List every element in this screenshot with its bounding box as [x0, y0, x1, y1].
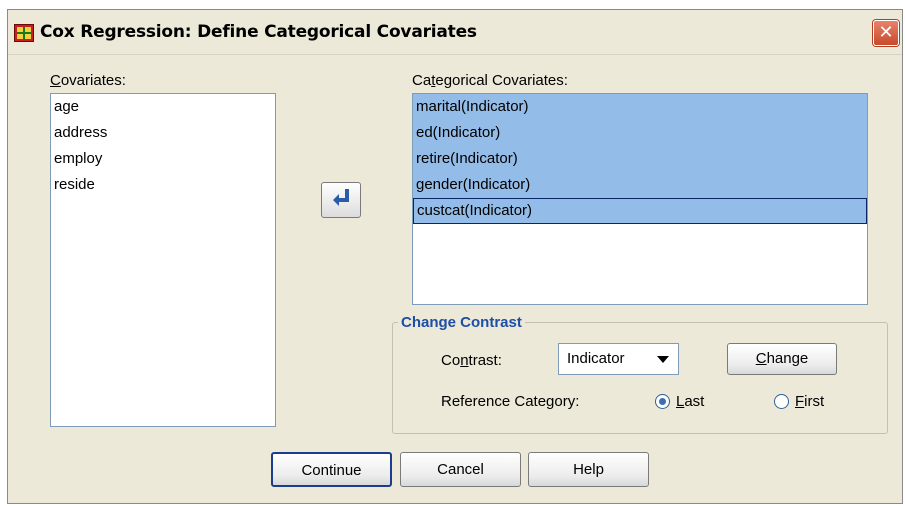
categorical-covariate-item[interactable]: ed(Indicator)	[413, 120, 867, 146]
categorical-covariate-item[interactable]: marital(Indicator)	[413, 94, 867, 120]
spss-table-icon	[14, 24, 34, 42]
categorical-covariate-item[interactable]: custcat(Indicator)	[413, 198, 867, 224]
contrast-select[interactable]: Indicator	[558, 343, 679, 375]
cancel-button[interactable]: Cancel	[400, 452, 521, 487]
change-button[interactable]: Change	[727, 343, 837, 375]
last-radio[interactable]	[655, 394, 670, 409]
dialog-window: Cox Regression: Define Categorical Covar…	[7, 9, 903, 504]
categorical-covariates-label: Categorical Covariates:	[412, 72, 568, 89]
covariate-item[interactable]: age	[51, 94, 275, 120]
chevron-down-icon	[657, 356, 669, 363]
last-radio-label[interactable]: Last	[676, 393, 704, 410]
categorical-covariate-item[interactable]: retire(Indicator)	[413, 146, 867, 172]
continue-button[interactable]: Continue	[271, 452, 392, 487]
change-contrast-legend: Change Contrast	[398, 314, 525, 331]
arrow-left-icon	[333, 189, 349, 206]
first-radio-label[interactable]: First	[795, 393, 824, 410]
reference-category-label: Reference Category:	[441, 393, 580, 410]
close-icon: ✕	[878, 22, 894, 43]
contrast-select-value: Indicator	[567, 350, 625, 367]
move-covariate-button[interactable]	[321, 182, 361, 218]
covariate-item[interactable]: address	[51, 120, 275, 146]
close-button[interactable]: ✕	[873, 20, 899, 46]
covariates-label: Covariates:	[50, 72, 126, 89]
help-button[interactable]: Help	[528, 452, 649, 487]
categorical-covariate-item[interactable]: gender(Indicator)	[413, 172, 867, 198]
contrast-label: Contrast:	[441, 352, 502, 369]
window-title: Cox Regression: Define Categorical Covar…	[40, 22, 477, 42]
categorical-covariates-list[interactable]: marital(Indicator) ed(Indicator) retire(In…	[412, 93, 868, 305]
covariate-item[interactable]: reside	[51, 172, 275, 198]
change-contrast-group	[392, 322, 888, 434]
covariates-list[interactable]: age address employ reside	[50, 93, 276, 427]
first-radio[interactable]	[774, 394, 789, 409]
radio-selected-dot	[659, 398, 666, 405]
covariate-item[interactable]: employ	[51, 146, 275, 172]
title-bar[interactable]: Cox Regression: Define Categorical Covar…	[8, 10, 902, 55]
